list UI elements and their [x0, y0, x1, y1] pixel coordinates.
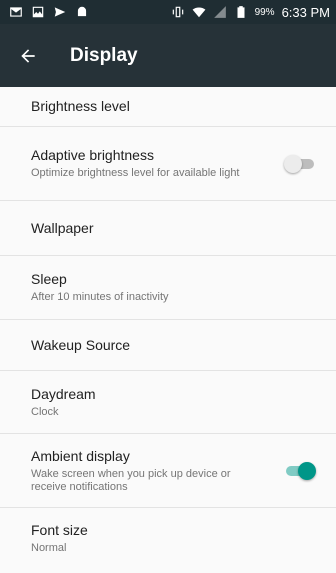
sleep-title: Sleep	[31, 271, 67, 287]
daydream-item[interactable]: Daydream Clock	[0, 371, 336, 434]
arrow-back-icon	[21, 48, 35, 63]
ambient-display-summary: Wake screen when you pick up device or r…	[31, 467, 231, 493]
wifi-icon	[192, 5, 206, 19]
battery-percent: 99%	[254, 6, 275, 18]
sleep-summary: After 10 minutes of inactivity	[31, 291, 169, 303]
font-size-item[interactable]: Font size Normal	[0, 508, 336, 568]
brightness-level-item[interactable]: Brightness level	[0, 87, 336, 127]
toggle-thumb	[284, 154, 302, 173]
mail-icon	[9, 5, 23, 19]
adaptive-brightness-item[interactable]: Adaptive brightness Optimize brightness …	[0, 127, 336, 201]
ambient-display-item[interactable]: Ambient display Wake screen when you pic…	[0, 434, 336, 508]
toggle-thumb	[298, 461, 316, 480]
send-icon	[53, 5, 67, 19]
toolbar: Display	[0, 24, 336, 87]
settings-list: Brightness level Adaptive brightness Opt…	[0, 87, 336, 568]
status-bar: 99% 6:33 PM	[0, 0, 336, 24]
adaptive-brightness-toggle[interactable]	[284, 154, 318, 174]
daydream-title: Daydream	[31, 385, 96, 402]
clock: 6:33 PM	[281, 4, 330, 20]
brightness-level-title: Brightness level	[31, 98, 130, 114]
back-button[interactable]	[16, 44, 40, 68]
notification-icons	[9, 5, 89, 19]
vibrate-icon	[171, 5, 185, 19]
system-icons: 99% 6:33 PM	[171, 5, 330, 20]
wallpaper-item[interactable]: Wallpaper	[0, 201, 336, 256]
no-signal-icon	[213, 5, 227, 19]
adaptive-brightness-summary: Optimize brightness level for available …	[31, 167, 240, 179]
android-icon	[75, 5, 89, 19]
font-size-title: Font size	[31, 521, 88, 538]
adaptive-brightness-title: Adaptive brightness	[31, 147, 154, 163]
wakeup-source-title: Wakeup Source	[31, 336, 131, 353]
daydream-summary: Clock	[31, 405, 59, 418]
ambient-display-toggle[interactable]	[284, 461, 318, 481]
page-title: Display	[70, 44, 138, 66]
font-size-summary: Normal	[31, 541, 67, 554]
wallpaper-title: Wallpaper	[31, 219, 94, 236]
image-icon	[31, 5, 45, 19]
wakeup-source-item[interactable]: Wakeup Source	[0, 320, 336, 371]
battery-icon	[234, 5, 248, 19]
sleep-item[interactable]: Sleep After 10 minutes of inactivity	[0, 256, 336, 320]
ambient-display-title: Ambient display	[31, 447, 130, 464]
